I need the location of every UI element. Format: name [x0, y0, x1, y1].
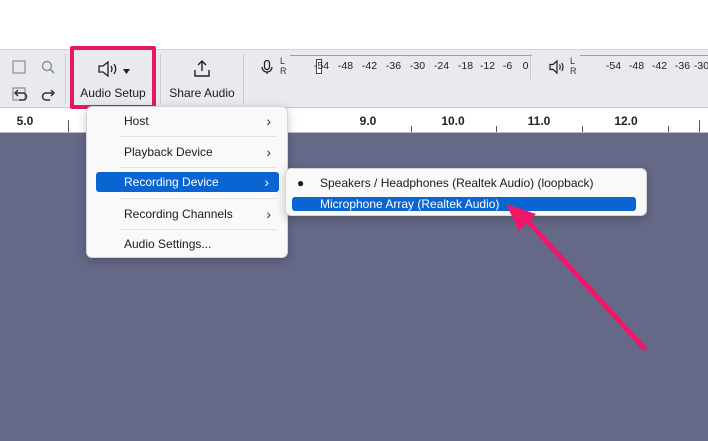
meter-tick: -42 [651, 60, 668, 72]
playback-meter-scale: -54 -48 -42 -36 -30 [579, 55, 708, 77]
chevron-right-icon: › [266, 144, 271, 160]
ruler-tick [668, 126, 669, 132]
title-bar [0, 0, 708, 50]
channel-right-label: R [280, 66, 287, 76]
record-meter-channels: L R [280, 56, 287, 76]
submenu-item-microphone-array[interactable]: Microphone Array (Realtek Audio) [292, 197, 636, 211]
submenu-item-speakers-loopback[interactable]: ● Speakers / Headphones (Realtek Audio) … [290, 172, 642, 194]
menu-separator [120, 229, 277, 230]
toolbar-separator [160, 54, 161, 104]
menu-item-playback-device[interactable]: Playback Device › [93, 141, 281, 163]
chevron-right-icon: › [266, 206, 271, 222]
recording-device-submenu: ● Speakers / Headphones (Realtek Audio) … [285, 168, 647, 216]
chevron-right-icon: › [266, 113, 271, 129]
meter-tick: -54 [605, 60, 622, 72]
meter-tick: 0 [522, 60, 529, 72]
menu-item-label: Playback Device [124, 145, 213, 159]
chevron-right-icon: › [264, 174, 269, 190]
ruler-label: 9.0 [359, 114, 377, 128]
toolbar-separator [243, 54, 244, 104]
channel-left-label: L [570, 56, 576, 66]
menu-item-label: Audio Settings... [124, 237, 212, 251]
menu-item-label: Recording Device [124, 175, 219, 189]
menu-item-audio-settings[interactable]: Audio Settings... [93, 233, 281, 255]
toolbar-separator [530, 54, 531, 80]
ruler-tick [68, 120, 69, 132]
menu-separator [120, 198, 277, 199]
playback-meter-channels: L R [570, 56, 577, 76]
share-audio-label: Share Audio [169, 86, 235, 100]
undo-icon[interactable] [10, 83, 32, 105]
ruler-label: 5.0 [16, 114, 34, 128]
speaker-meter-icon[interactable] [546, 56, 568, 78]
audio-setup-menu: Host › Playback Device › Recording Devic… [86, 106, 288, 258]
meter-tick: -12 [479, 60, 496, 72]
meter-tick: -36 [674, 60, 691, 72]
ruler-label: 12.0 [614, 114, 638, 128]
record-meter-scale: -54 -48 -42 -36 -30 -24 -18 -12 -6 0 [289, 55, 532, 77]
menu-separator [120, 167, 277, 168]
zoom-out-icon[interactable] [37, 56, 59, 78]
playback-meter[interactable]: L R -54 -48 -42 -36 -30 [570, 54, 708, 78]
ruler-tick [496, 126, 497, 132]
menu-item-recording-channels[interactable]: Recording Channels › [93, 203, 281, 225]
microphone-icon[interactable] [256, 56, 278, 78]
channel-right-label: R [570, 66, 577, 76]
ruler-tick [582, 126, 583, 132]
zoom-toggle-icon[interactable] [8, 56, 30, 78]
menu-separator [120, 136, 277, 137]
audio-setup-highlight [70, 46, 156, 109]
meter-tick: -24 [433, 60, 450, 72]
channel-left-label: L [280, 56, 286, 66]
meter-tick: -30 [693, 60, 708, 72]
share-icon [192, 59, 212, 82]
meter-tick: -30 [409, 60, 426, 72]
meter-tick: -36 [385, 60, 402, 72]
redo-icon[interactable] [37, 83, 59, 105]
submenu-item-label: Speakers / Headphones (Realtek Audio) (l… [320, 176, 594, 190]
meter-tick: -6 [502, 60, 513, 72]
menu-item-recording-device[interactable]: Recording Device › [96, 172, 279, 192]
meter-tick: -18 [457, 60, 474, 72]
share-audio-button[interactable]: Share Audio [166, 53, 238, 106]
meter-tick: -48 [628, 60, 645, 72]
ruler-label: 10.0 [441, 114, 465, 128]
selected-bullet-icon: ● [297, 176, 305, 190]
menu-item-host[interactable]: Host › [93, 110, 281, 132]
ruler-label: 11.0 [527, 114, 551, 128]
ruler-tick [699, 120, 700, 132]
toolbar-separator [65, 54, 66, 104]
meter-tick: -48 [337, 60, 354, 72]
ruler-tick [411, 126, 412, 132]
meter-tick: -42 [361, 60, 378, 72]
menu-item-label: Host [124, 114, 149, 128]
meter-tick: -54 [313, 60, 330, 72]
submenu-item-label: Microphone Array (Realtek Audio) [320, 197, 500, 211]
menu-item-label: Recording Channels [124, 207, 233, 221]
record-meter[interactable]: L R -54 -48 -42 -36 -30 -24 -18 -12 -6 0 [280, 54, 532, 78]
